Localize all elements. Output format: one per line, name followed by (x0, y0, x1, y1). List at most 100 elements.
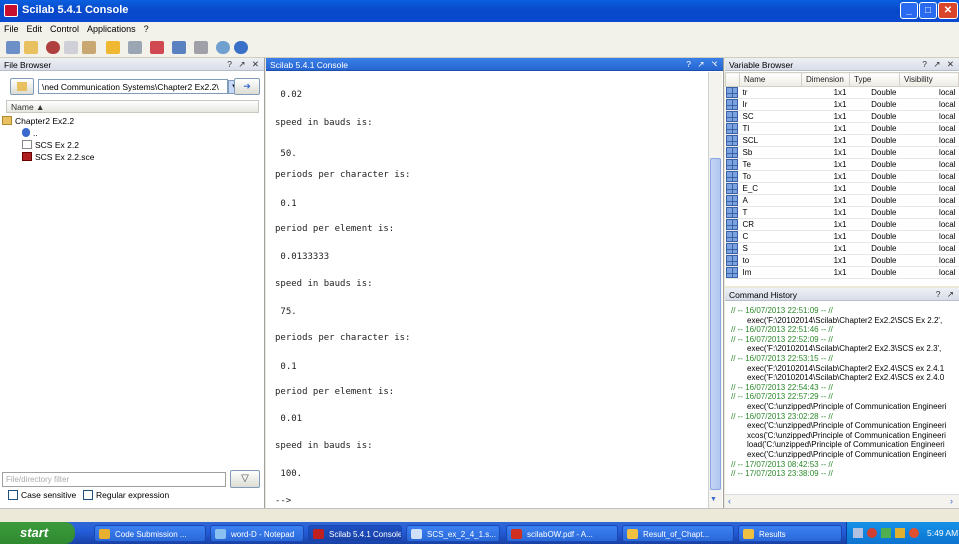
history-session-header[interactable]: // -- 16/07/2013 22:54:43 -- // (731, 383, 833, 392)
tree-item-up[interactable]: .. (22, 128, 38, 140)
start-button[interactable]: start (0, 522, 75, 544)
menu-help[interactable]: ? (140, 22, 153, 34)
history-command[interactable]: load('C:\unzipped\Principle of Communica… (747, 440, 945, 449)
print-icon[interactable] (128, 41, 142, 54)
scroll-left-icon[interactable]: ‹ (728, 496, 731, 506)
history-session-header[interactable]: // -- 16/07/2013 22:57:29 -- // (731, 392, 833, 401)
variable-row[interactable]: CR 1x1 Double local (725, 218, 959, 231)
copy-icon[interactable] (64, 41, 78, 54)
panel-controls-icon[interactable]: ? ↗ ✕ (922, 59, 956, 70)
variable-row[interactable]: S 1x1 Double local (725, 242, 959, 255)
menu-edit[interactable]: Edit (23, 22, 47, 34)
history-session-header[interactable]: // -- 17/07/2013 08:42:53 -- // (731, 460, 833, 469)
column-header-type[interactable]: Type (849, 72, 900, 87)
scroll-up-icon[interactable]: ▲ (710, 62, 717, 69)
tree-item-folder[interactable]: Chapter2 Ex2.2 (2, 116, 74, 128)
console-scrollbar[interactable] (708, 72, 722, 508)
tray-network-icon[interactable] (881, 528, 891, 538)
history-command[interactable]: xcos('C:\unzipped\Principle of Communica… (747, 431, 946, 440)
folder-button[interactable] (10, 78, 34, 95)
variable-row[interactable]: C 1x1 Double local (725, 230, 959, 243)
history-command[interactable]: exec('C:\unzipped\Principle of Communica… (747, 450, 946, 459)
column-header-name[interactable]: Name (739, 72, 802, 87)
checkbox-box[interactable] (8, 490, 18, 500)
task-pdf[interactable]: scilabOW.pdf - A... (506, 525, 618, 542)
panel-controls-icon[interactable]: ? ↗ ✕ (227, 59, 261, 70)
variable-row[interactable]: A 1x1 Double local (725, 194, 959, 207)
history-session-header[interactable]: // -- 16/07/2013 22:51:46 -- // (731, 325, 833, 334)
console-prompt[interactable]: --> (275, 496, 291, 507)
minimize-button[interactable]: _ (900, 2, 918, 19)
name-column-header[interactable]: Name ▲ (6, 100, 259, 113)
tray-volume-icon[interactable] (895, 528, 905, 538)
path-input[interactable]: \ned Communication Systems\Chapter2 Ex2.… (38, 79, 228, 94)
variable-browser-icon[interactable] (172, 41, 186, 54)
history-command[interactable]: exec('C:\unzipped\Principle of Communica… (747, 402, 946, 411)
variable-row[interactable]: To 1x1 Double local (725, 170, 959, 183)
open-file-icon[interactable] (24, 41, 38, 54)
history-command[interactable]: exec('F:\20102014\Scilab\Chapter2 Ex2.4\… (747, 364, 944, 373)
history-command[interactable]: exec('F:\20102014\Scilab\Chapter2 Ex2.2\… (747, 316, 942, 325)
history-session-header[interactable]: // -- 17/07/2013 23:38:09 -- // (731, 469, 833, 478)
scroll-down-icon[interactable]: ▼ (710, 496, 717, 503)
column-header-dimension[interactable]: Dimension (801, 72, 850, 87)
scrollbar-thumb[interactable] (710, 158, 721, 490)
history-session-header[interactable]: // -- 16/07/2013 22:51:09 -- // (731, 306, 833, 315)
history-command[interactable]: exec('F:\20102014\Scilab\Chapter2 Ex2.4\… (747, 373, 944, 382)
menu-file[interactable]: File (0, 22, 23, 34)
new-script-icon[interactable] (6, 41, 20, 54)
history-command[interactable]: exec('C:\unzipped\Principle of Communica… (747, 421, 946, 430)
variable-row[interactable]: Sb 1x1 Double local (725, 146, 959, 159)
close-button[interactable]: ✕ (938, 2, 958, 19)
cut-icon[interactable] (46, 41, 60, 54)
scroll-right-icon[interactable]: › (950, 496, 953, 506)
atoms-icon[interactable] (216, 41, 230, 54)
task-code-submission[interactable]: Code Submission ... (94, 525, 206, 542)
menu-control[interactable]: Control (46, 22, 83, 34)
variable-row[interactable]: Te 1x1 Double local (725, 158, 959, 171)
history-session-header[interactable]: // -- 16/07/2013 22:53:15 -- // (731, 354, 833, 363)
variable-row[interactable]: tr 1x1 Double local (725, 86, 959, 99)
history-session-header[interactable]: // -- 16/07/2013 23:02:28 -- // (731, 412, 833, 421)
variable-row[interactable]: Im 1x1 Double local (725, 266, 959, 279)
folder-icon (17, 82, 27, 91)
clear-console-icon[interactable] (150, 41, 164, 54)
variable-cell-icon (725, 170, 740, 183)
task-results[interactable]: Results (738, 525, 842, 542)
task-scs-ex[interactable]: SCS_ex_2_4_1.s... (406, 525, 500, 542)
variable-row[interactable]: SC 1x1 Double local (725, 110, 959, 123)
command-history-header: Command History ? ↗ (725, 288, 959, 301)
task-result[interactable]: Result_of_Chapt... (622, 525, 734, 542)
checkbox-box[interactable] (83, 490, 93, 500)
tray-update-icon[interactable] (909, 528, 919, 538)
tree-item-sce[interactable]: SCS Ex 2.2.sce (22, 152, 95, 164)
variable-row[interactable]: Tl 1x1 Double local (725, 122, 959, 135)
maximize-button[interactable]: □ (919, 2, 937, 19)
help-icon[interactable] (234, 41, 248, 54)
tray-app-icon[interactable] (853, 528, 863, 538)
history-command[interactable]: exec('F:\20102014\Scilab\Chapter2 Ex2.3\… (747, 344, 941, 353)
console-panel[interactable]: Scilab 5.4.1 Console ? ↗ ✕ 0.02 speed in… (266, 58, 724, 508)
panel-controls-icon[interactable]: ? ↗ (936, 289, 956, 300)
menu-applications[interactable]: Applications (83, 22, 140, 34)
variable-row[interactable]: T 1x1 Double local (725, 206, 959, 219)
variable-row[interactable]: to 1x1 Double local (725, 254, 959, 267)
variable-row[interactable]: Ir 1x1 Double local (725, 98, 959, 111)
history-session-header[interactable]: // -- 16/07/2013 22:52:09 -- // (731, 335, 833, 344)
tree-item-file[interactable]: SCS Ex 2.2 (22, 140, 79, 152)
change-directory-icon[interactable] (106, 41, 120, 54)
column-header-visibility[interactable]: Visibility (899, 72, 959, 87)
history-hscrollbar[interactable]: ‹ › (725, 494, 959, 508)
tray-security-icon[interactable] (867, 528, 877, 538)
variable-row[interactable]: SCL 1x1 Double local (725, 134, 959, 147)
case-sensitive-checkbox[interactable]: Case sensitive (8, 490, 76, 500)
go-up-button[interactable]: ➜ (234, 78, 260, 95)
paste-icon[interactable] (82, 41, 96, 54)
task-scilab-console[interactable]: Scilab 5.4.1 Console (308, 525, 402, 542)
filter-input[interactable]: File/directory filter (2, 472, 226, 487)
regular-expression-checkbox[interactable]: Regular expression (83, 490, 169, 500)
preferences-icon[interactable] (194, 41, 208, 54)
filter-icon[interactable]: ▽ (230, 470, 260, 488)
task-notepad[interactable]: word-D - Notepad (210, 525, 304, 542)
variable-row[interactable]: E_C 1x1 Double local (725, 182, 959, 195)
